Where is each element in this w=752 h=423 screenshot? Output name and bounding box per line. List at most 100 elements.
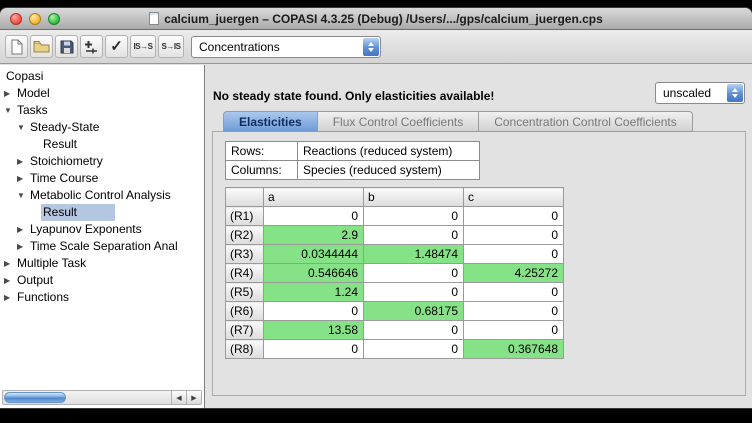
tree-collapsed-icon[interactable]: ▶ (4, 272, 15, 289)
row-header-r5[interactable]: (R5) (226, 283, 264, 302)
cell-r1-c[interactable]: 0 (464, 207, 564, 226)
sidebar-item-tasks[interactable]: ▼Tasks (0, 102, 204, 119)
cell-r8-a[interactable]: 0 (264, 340, 364, 359)
tree-collapsed-icon[interactable]: ▶ (4, 85, 15, 102)
cell-r8-c[interactable]: 0.367648 (464, 340, 564, 359)
row-header-r7[interactable]: (R7) (226, 321, 264, 340)
sidebar-item-lyapunov-exponents[interactable]: ▶Lyapunov Exponents (0, 221, 204, 238)
info-value: Reactions (reduced system) (298, 142, 480, 161)
cell-r6-c[interactable]: 0 (464, 302, 564, 321)
status-message: No steady state found. Only elasticities… (213, 89, 494, 103)
info-table: Rows:Reactions (reduced system)Columns:S… (225, 141, 480, 180)
open-file-button[interactable] (30, 35, 53, 58)
tab-elasticities[interactable]: Elasticities (223, 111, 318, 132)
cell-r5-b[interactable]: 0 (364, 283, 464, 302)
row-header-r2[interactable]: (R2) (226, 226, 264, 245)
scale-dropdown-value: unscaled (656, 86, 711, 100)
cell-r7-b[interactable]: 0 (364, 321, 464, 340)
cell-r3-a[interactable]: 0.0344444 (264, 245, 364, 264)
sidebar-item-metabolic-control-analysis[interactable]: ▼Metabolic Control Analysis (0, 187, 204, 204)
sidebar: Copasi▶Model▼Tasks▼Steady-StateResult▶St… (0, 65, 205, 408)
cell-r6-b[interactable]: 0.68175 (364, 302, 464, 321)
scale-dropdown[interactable]: unscaled (655, 82, 745, 104)
cell-r2-a[interactable]: 2.9 (264, 226, 364, 245)
info-row: Rows:Reactions (reduced system) (226, 142, 480, 161)
tab-flux-control-coefficients[interactable]: Flux Control Coefficients (318, 111, 480, 132)
close-button[interactable] (10, 13, 22, 25)
column-header-a[interactable]: a (264, 188, 364, 207)
tree-collapsed-icon[interactable]: ▶ (4, 255, 15, 272)
row-header-r4[interactable]: (R4) (226, 264, 264, 283)
sidebar-item-result[interactable]: Result (0, 136, 204, 153)
tree-expanded-icon[interactable]: ▼ (17, 119, 28, 136)
check-model-button[interactable]: ✓ (105, 35, 128, 58)
sidebar-item-stoichiometry[interactable]: ▶Stoichiometry (0, 153, 204, 170)
cell-r5-a[interactable]: 1.24 (264, 283, 364, 302)
cell-r2-c[interactable]: 0 (464, 226, 564, 245)
sbml-import-button[interactable]: IS→S (130, 35, 156, 58)
sidebar-tree: Copasi▶Model▼Tasks▼Steady-StateResult▶St… (0, 65, 204, 306)
sidebar-item-functions[interactable]: ▶Functions (0, 289, 204, 306)
cell-r8-b[interactable]: 0 (364, 340, 464, 359)
cell-r5-c[interactable]: 0 (464, 283, 564, 302)
dropdown-stepper-icon (363, 38, 379, 56)
scrollbar-thumb[interactable] (4, 392, 66, 403)
info-row: Columns:Species (reduced system) (226, 161, 480, 180)
cell-r4-c[interactable]: 4.25272 (464, 264, 564, 283)
minimize-button[interactable] (29, 13, 41, 25)
tab-concentration-control-coefficients[interactable]: Concentration Control Coefficients (479, 111, 693, 132)
tab-bar: ElasticitiesFlux Control CoefficientsCon… (223, 111, 693, 132)
dropdown-stepper-icon (727, 84, 743, 102)
cell-r7-a[interactable]: 13.58 (264, 321, 364, 340)
row-header-r8[interactable]: (R8) (226, 340, 264, 359)
sidebar-item-time-course[interactable]: ▶Time Course (0, 170, 204, 187)
sidebar-item-copasi[interactable]: Copasi (0, 68, 204, 85)
sidebar-item-label: Output (15, 272, 55, 289)
cell-r1-b[interactable]: 0 (364, 207, 464, 226)
cell-r3-b[interactable]: 1.48474 (364, 245, 464, 264)
sidebar-item-label: Model (15, 85, 52, 102)
cell-r2-b[interactable]: 0 (364, 226, 464, 245)
row-header-r6[interactable]: (R6) (226, 302, 264, 321)
sidebar-item-multiple-task[interactable]: ▶Multiple Task (0, 255, 204, 272)
zoom-button[interactable] (48, 13, 60, 25)
cell-r1-a[interactable]: 0 (264, 207, 364, 226)
cell-r4-b[interactable]: 0 (364, 264, 464, 283)
tree-collapsed-icon[interactable]: ▶ (17, 238, 28, 255)
info-key: Columns: (226, 161, 298, 180)
sidebar-item-result[interactable]: Result (0, 204, 204, 221)
scroll-right-button[interactable]: ▶ (186, 391, 201, 404)
tree-expanded-icon[interactable]: ▼ (4, 102, 15, 119)
table-header-row: abc (226, 188, 564, 207)
tree-collapsed-icon[interactable]: ▶ (17, 153, 28, 170)
cell-r7-c[interactable]: 0 (464, 321, 564, 340)
row-header-r1[interactable]: (R1) (226, 207, 264, 226)
sidebar-item-output[interactable]: ▶Output (0, 272, 204, 289)
row-header-r3[interactable]: (R3) (226, 245, 264, 264)
cell-r4-a[interactable]: 0.546646 (264, 264, 364, 283)
cell-r6-a[interactable]: 0 (264, 302, 364, 321)
concentrations-dropdown[interactable]: Concentrations (191, 36, 381, 58)
sidebar-item-label: Lyapunov Exponents (28, 221, 144, 238)
sidebar-item-model[interactable]: ▶Model (0, 85, 204, 102)
sidebar-item-steady-state[interactable]: ▼Steady-State (0, 119, 204, 136)
window-title: calcium_juergen – COPASI 4.3.25 (Debug) … (164, 12, 603, 26)
sliders-button[interactable] (80, 35, 103, 58)
toolbar: ✓ IS→S S→IS Concentrations (0, 30, 752, 64)
cell-r3-c[interactable]: 0 (464, 245, 564, 264)
sidebar-item-label: Steady-State (28, 119, 101, 136)
new-file-button[interactable] (5, 35, 28, 58)
tree-expanded-icon[interactable]: ▼ (17, 187, 28, 204)
column-header-b[interactable]: b (364, 188, 464, 207)
save-button[interactable] (55, 35, 78, 58)
tree-collapsed-icon[interactable]: ▶ (4, 289, 15, 306)
scroll-left-button[interactable]: ◀ (171, 391, 186, 404)
column-header-c[interactable]: c (464, 188, 564, 207)
horizontal-scrollbar[interactable]: ◀ ▶ (2, 390, 202, 405)
sidebar-item-time-scale-separation-anal[interactable]: ▶Time Scale Separation Anal (0, 238, 204, 255)
sidebar-item-label: Metabolic Control Analysis (28, 187, 173, 204)
tree-collapsed-icon[interactable]: ▶ (17, 170, 28, 187)
sbml-export-button[interactable]: S→IS (158, 35, 184, 58)
title-bar[interactable]: calcium_juergen – COPASI 4.3.25 (Debug) … (0, 8, 752, 30)
tree-collapsed-icon[interactable]: ▶ (17, 221, 28, 238)
